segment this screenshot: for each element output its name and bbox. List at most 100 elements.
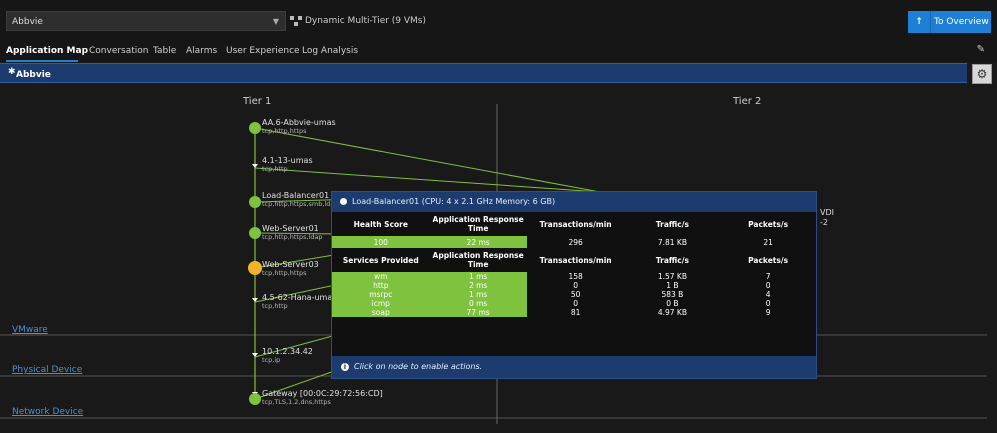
to-overview-button[interactable]: ↑ To Overview — [908, 11, 991, 33]
service-packets: 0 — [765, 299, 771, 308]
node-green[interactable] — [249, 196, 261, 208]
tab-conversation[interactable]: Conversation — [89, 46, 149, 56]
service-row: http 2 ms 0 1 B 0 — [332, 281, 816, 290]
popup-header: Load-Balancer01 (CPU: 4 x 2.1 GHz Memory… — [332, 192, 816, 212]
node-name: Web-Server03 — [262, 260, 319, 269]
node-name: 4.5-62-Hana-umas — [262, 293, 337, 302]
service-row: soap 77 ms 81 4.97 KB 9 — [332, 308, 816, 317]
group-title-text: Abbvie — [16, 70, 51, 80]
node-services: tcp,http — [262, 165, 288, 173]
to-overview-label: To Overview — [934, 17, 989, 27]
section-physical-device[interactable]: Physical Device — [12, 365, 82, 375]
service-transactions: 158 — [568, 272, 583, 281]
node-label: 10.1.2.34.42 tcp,ip — [262, 347, 313, 365]
server-icon — [340, 198, 347, 205]
active-tab-indicator — [6, 60, 78, 62]
chevron-down-icon: ▼ — [272, 17, 279, 26]
node-green[interactable] — [249, 227, 261, 239]
multi-tier-icon — [290, 15, 302, 26]
column-header: Application Response Time — [432, 251, 524, 269]
node-services: tcp,ip — [262, 356, 281, 364]
column-header: Transactions/min — [539, 255, 612, 265]
service-name: icmp — [332, 299, 430, 308]
node-name: 4.1-13-umas — [262, 156, 313, 165]
node-services: tcp,TLS,1.2,dns,https — [262, 398, 331, 406]
service-traffic: 1 B — [666, 281, 679, 290]
node-green[interactable] — [249, 393, 261, 405]
tab-user-experience[interactable]: User Experience — [226, 46, 300, 56]
node-name: Web-Server01 — [262, 224, 319, 233]
node-services: tcp,http,https,ldap — [262, 233, 323, 241]
node-green[interactable] — [249, 122, 261, 134]
service-name: msrpc — [332, 290, 430, 299]
traffic: 7.81 KB — [657, 237, 687, 247]
node-services: tcp,http — [262, 302, 288, 310]
summary-header-row: Health Score Application Response Time T… — [332, 212, 816, 236]
tier2-label: Tier 2 — [733, 96, 762, 107]
tab-alarms[interactable]: Alarms — [186, 46, 217, 56]
node-name: Load-Balancer01 — [262, 191, 330, 200]
service-response-time: 0 ms — [429, 299, 527, 308]
service-response-time: 1 ms — [429, 272, 527, 281]
node-label: 4.1-13-umas tcp,http — [262, 156, 313, 174]
column-header: Health Score — [353, 219, 408, 229]
tab-application-map[interactable]: Application Map — [6, 46, 88, 56]
service-name: http — [332, 281, 430, 290]
application-select-value: Abbvie — [12, 17, 43, 27]
node-services: tcp,http,https,smb,ldap — [262, 200, 339, 208]
service-row: msrpc 1 ms 50 583 B 4 — [332, 290, 816, 299]
health-score: 100 — [332, 236, 430, 248]
service-packets: 9 — [765, 308, 771, 317]
tier-selector-label: Dynamic Multi-Tier (9 VMs) — [305, 16, 427, 26]
node-name: Gateway [00:0C:29:72:56:CD] — [262, 389, 383, 398]
tab-log-analysis[interactable]: Log Analysis — [302, 46, 358, 56]
service-name: wm — [332, 272, 430, 281]
flow-arrow — [252, 164, 258, 168]
service-traffic: 583 B — [661, 290, 684, 299]
service-transactions: 81 — [570, 308, 581, 317]
edit-icon[interactable]: ✎ — [977, 44, 985, 55]
column-header: Services Provided — [342, 255, 419, 265]
service-packets: 7 — [765, 272, 771, 281]
service-response-time: 2 ms — [429, 281, 527, 290]
service-transactions: 0 — [573, 299, 579, 308]
popup-footer-text: Click on node to enable actions. — [354, 362, 483, 371]
popup-table: Health Score Application Response Time T… — [332, 212, 816, 317]
service-name: soap — [332, 308, 430, 317]
tier2-node-label: VDI — [820, 208, 834, 217]
service-response-time: 1 ms — [429, 290, 527, 299]
service-packets: 0 — [765, 281, 771, 290]
info-icon: i — [341, 363, 349, 371]
column-header: Packets/s — [748, 255, 789, 265]
node-label: 4.5-62-Hana-umas tcp,http — [262, 293, 336, 311]
gear-icon[interactable]: ⚙ — [972, 64, 992, 84]
popup-footer: i Click on node to enable actions. — [332, 356, 816, 378]
service-traffic: 0 B — [666, 299, 679, 308]
group-title: ✱ Abbvie — [8, 67, 51, 80]
column-header: Application Response Time — [432, 215, 524, 233]
column-header: Traffic/s — [655, 255, 689, 265]
tier-selector[interactable]: Dynamic Multi-Tier (9 VMs) — [290, 11, 426, 31]
top-bar: Abbvie ▼ Dynamic Multi-Tier (9 VMs) ↑ To… — [0, 0, 997, 40]
service-transactions: 0 — [573, 281, 579, 290]
application-select[interactable]: Abbvie ▼ — [6, 11, 286, 31]
node-services: tcp,http,https — [262, 127, 307, 135]
transactions: 296 — [568, 237, 583, 247]
service-row: wm 1 ms 158 1.57 KB 7 — [332, 272, 816, 281]
service-transactions: 50 — [570, 290, 581, 299]
tab-table[interactable]: Table — [153, 46, 176, 56]
node-label: Load-Balancer01 tcp,http,https,smb,ldap — [262, 191, 338, 209]
service-traffic: 4.97 KB — [657, 308, 687, 317]
node-name: AA.6-Abbvie-umas — [262, 118, 336, 127]
response-time: 22 ms — [429, 236, 527, 248]
node-label: Gateway [00:0C:29:72:56:CD] tcp,TLS,1.2,… — [262, 389, 383, 407]
node-orange[interactable] — [248, 261, 262, 275]
tier2-node-label: -2 — [820, 218, 828, 227]
section-vmware[interactable]: VMware — [12, 325, 48, 335]
section-network-device[interactable]: Network Device — [12, 407, 83, 417]
node-services: tcp,http,https — [262, 269, 307, 277]
tab-bar: Application Map Conversation Table Alarm… — [0, 40, 997, 62]
node-label: AA.6-Abbvie-umas tcp,http,https — [262, 118, 336, 136]
summary-row: 100 22 ms 296 7.81 KB 21 — [332, 236, 816, 248]
node-details-popup: Load-Balancer01 (CPU: 4 x 2.1 GHz Memory… — [331, 191, 817, 379]
